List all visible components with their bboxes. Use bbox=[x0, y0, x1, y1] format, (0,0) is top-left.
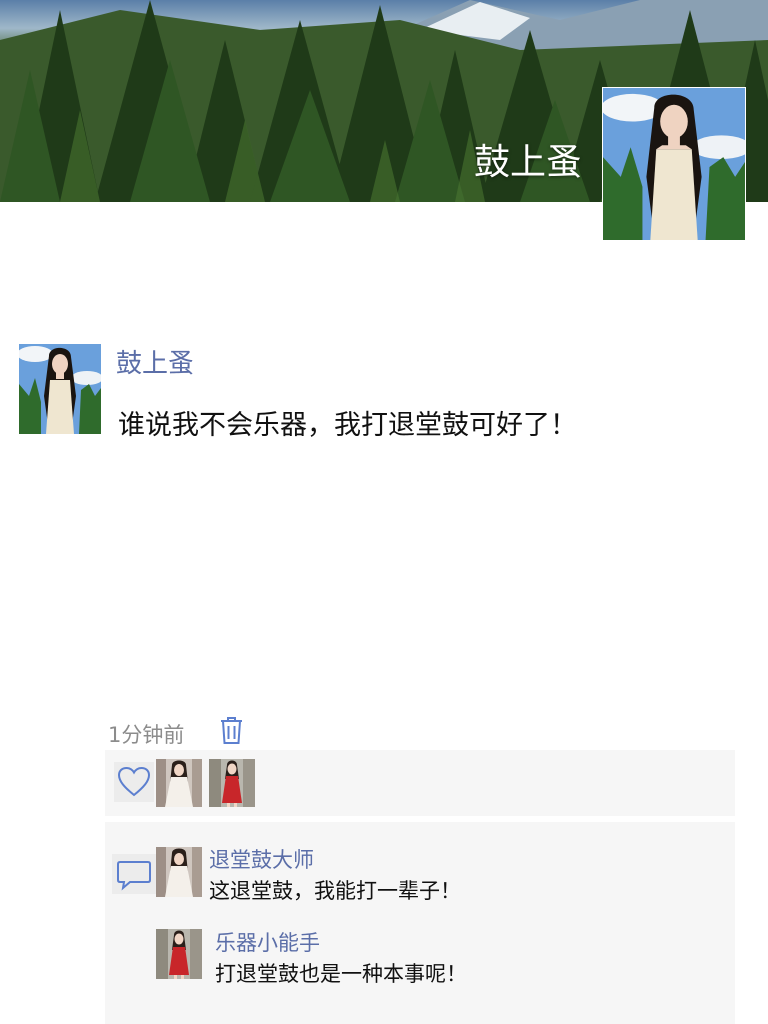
girl-portrait-image bbox=[603, 88, 745, 240]
post-content: 谁说我不会乐器，我打退堂鼓可好了！ bbox=[118, 410, 577, 441]
heart-outline-icon[interactable] bbox=[114, 762, 154, 802]
comment-text: 打退堂鼓也是一种本事呢！ bbox=[215, 962, 467, 986]
trash-icon[interactable] bbox=[219, 715, 244, 745]
post-timestamp: 1分钟前 bbox=[108, 723, 185, 747]
white-dress-girl-image bbox=[156, 847, 202, 897]
red-dress-girl-image bbox=[156, 929, 202, 979]
comment-author[interactable]: 退堂鼓大师 bbox=[209, 844, 314, 874]
comment-text: 这退堂鼓，我能打一辈子！ bbox=[209, 879, 461, 903]
red-dress-girl-image bbox=[209, 759, 255, 807]
girl-portrait-image bbox=[19, 344, 101, 434]
cover-username: 鼓上蚤 bbox=[473, 142, 582, 183]
comment-author[interactable]: 乐器小能手 bbox=[215, 927, 320, 957]
liker-avatar[interactable] bbox=[209, 759, 255, 807]
liker-avatar[interactable] bbox=[156, 759, 202, 807]
post-author-name[interactable]: 鼓上蚤 bbox=[116, 343, 194, 380]
white-dress-girl-image bbox=[156, 759, 202, 807]
post-author-avatar[interactable] bbox=[19, 344, 101, 434]
likes-panel bbox=[105, 750, 735, 816]
speech-bubble-icon[interactable] bbox=[112, 854, 156, 894]
commenter-avatar[interactable] bbox=[156, 847, 202, 897]
profile-avatar[interactable] bbox=[602, 87, 746, 241]
commenter-avatar[interactable] bbox=[156, 929, 202, 979]
comments-panel: 退堂鼓大师 这退堂鼓，我能打一辈子！ 乐器小能手 打退堂鼓也是一种本事呢！ bbox=[105, 822, 735, 1024]
